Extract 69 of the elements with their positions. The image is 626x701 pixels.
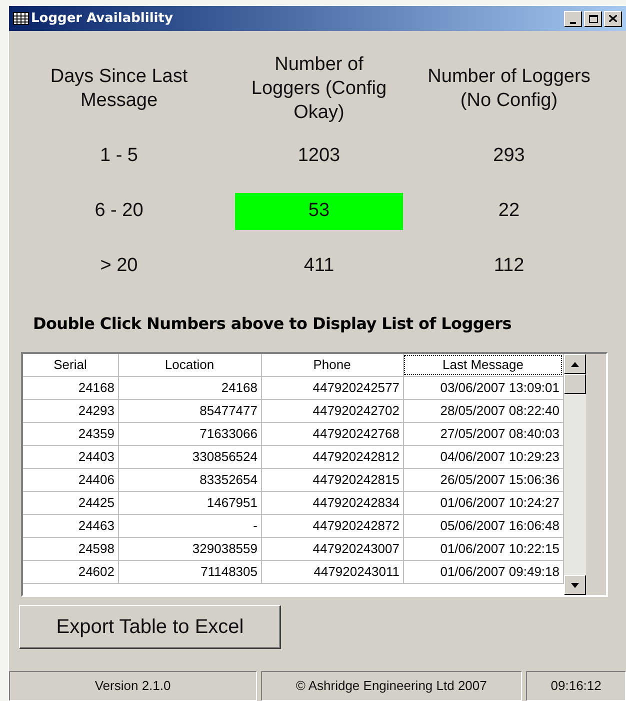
column-heading: Number of Loggers (No Config): [426, 65, 592, 113]
table-cell: 447920242577: [261, 376, 403, 399]
table-cell: 24359: [23, 422, 118, 445]
count-value[interactable]: 53: [235, 193, 403, 230]
down-arrow-icon: [571, 582, 579, 588]
table-cell: 26/05/2007 15:06:36: [403, 468, 563, 491]
table-cell: 329038559: [118, 537, 261, 560]
table-cell: 24425: [23, 491, 118, 514]
maximize-button[interactable]: [584, 10, 602, 26]
scroll-thumb[interactable]: [564, 374, 586, 394]
table-cell: 1467951: [118, 491, 261, 514]
table-cell: 447920242872: [261, 514, 403, 537]
table-cell: 01/06/2007 10:24:27: [403, 491, 563, 514]
table-cell: 447920242768: [261, 422, 403, 445]
table-cell: 71148305: [118, 560, 261, 583]
table-cell: 01/06/2007 09:49:18: [403, 560, 563, 583]
status-panel: Version 2.1.0: [9, 671, 257, 701]
count-value[interactable]: 1203: [235, 138, 403, 175]
window-title: Logger Availablility: [31, 10, 173, 28]
table-cell: 24463: [23, 514, 118, 537]
table-cell: 27/05/2007 08:40:03: [403, 422, 563, 445]
column-heading: Number of Loggers (Config Okay): [250, 53, 388, 125]
table-cell: 24168: [23, 376, 118, 399]
table-cell: 447920243007: [261, 537, 403, 560]
table-cell: 24168: [118, 376, 261, 399]
table-cell: 83352654: [118, 468, 261, 491]
column-header[interactable]: Last Message: [403, 354, 563, 376]
column-heading: Days Since Last Message: [49, 65, 189, 113]
table-cell: 24293: [23, 399, 118, 422]
count-value[interactable]: 293: [425, 138, 593, 175]
table-cell: 04/06/2007 10:29:23: [403, 445, 563, 468]
table-cell: 24602: [23, 560, 118, 583]
range-label: 1 - 5: [100, 144, 138, 168]
count-value[interactable]: 22: [425, 193, 593, 230]
minimize-button[interactable]: [564, 10, 582, 26]
table-cell: 447920242702: [261, 399, 403, 422]
column-header[interactable]: Location: [118, 354, 261, 376]
table-cell: 03/06/2007 13:09:01: [403, 376, 563, 399]
table-cell: 24403: [23, 445, 118, 468]
export-button[interactable]: Export Table to Excel: [19, 605, 281, 649]
table-cell: 85477477: [118, 399, 261, 422]
column-header[interactable]: Phone: [261, 354, 403, 376]
table-cell: 01/06/2007 10:22:15: [403, 537, 563, 560]
table-cell: 24406: [23, 468, 118, 491]
close-button[interactable]: [604, 10, 622, 26]
range-label: > 20: [100, 254, 138, 278]
table-cell: 24598: [23, 537, 118, 560]
table-cell: 447920242812: [261, 445, 403, 468]
column-header[interactable]: Serial: [23, 354, 118, 376]
status-panel: 09:16:12: [526, 671, 626, 701]
table-cell: 71633066: [118, 422, 261, 445]
range-label: 6 - 20: [94, 199, 144, 224]
table-cell: -: [118, 514, 261, 537]
table-cell: 447920242815: [261, 468, 403, 491]
scroll-up-button[interactable]: [564, 354, 586, 374]
count-value[interactable]: 411: [235, 248, 403, 285]
table-cell: 447920242834: [261, 491, 403, 514]
instruction-text: Double Click Numbers above to Display List of Loggers: [33, 313, 512, 335]
scroll-down-button[interactable]: [564, 575, 586, 595]
status-panel: © Ashridge Engineering Ltd 2007: [260, 671, 522, 701]
scrollbar[interactable]: [564, 354, 586, 595]
table-cell: 28/05/2007 08:22:40: [403, 399, 563, 422]
table-cell: 447920243011: [261, 560, 403, 583]
close-icon: [609, 15, 617, 22]
table-icon: [13, 12, 29, 25]
up-arrow-icon: [571, 362, 579, 366]
table-cell: 330856524: [118, 445, 261, 468]
count-value[interactable]: 112: [425, 248, 593, 285]
table-cell: 05/06/2007 16:06:48: [403, 514, 563, 537]
